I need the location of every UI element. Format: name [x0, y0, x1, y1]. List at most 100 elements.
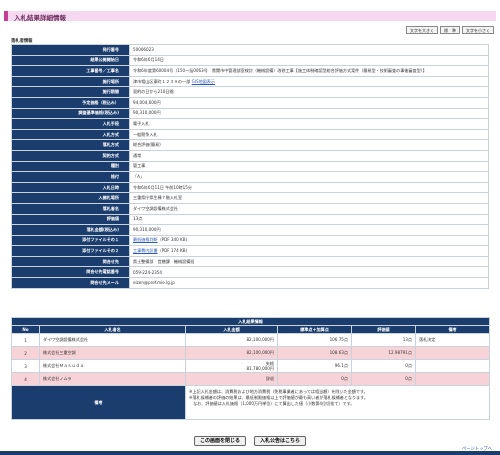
info-value: 一般競争入札 — [133, 131, 158, 137]
info-row: 添付ファイルその１ 最低価格判断（PDF 340 KB) — [11, 234, 489, 247]
info-value: 「A」 — [133, 173, 144, 179]
info-value-cell: 総合評価(簡易) — [129, 139, 489, 151]
result-points: 108.63点 — [277, 346, 352, 360]
results-column-header: 備考 — [414, 325, 491, 334]
results-column-header: 標準点＋加算点 — [277, 325, 352, 334]
remarks-row: 備考 ※上記入札金額は、消費税および地方消費税（免税事業者にあっては相当額）を除い… — [11, 385, 491, 420]
font-size-controls: 文字を大きく 標 準 文字を小さく — [406, 26, 494, 34]
info-label: 契約方式 — [11, 149, 130, 162]
info-value-cell: 管工事 — [129, 160, 489, 173]
result-amount: 82,100,000円 — [185, 333, 278, 347]
result-no: 1 — [11, 333, 40, 347]
results-column-header: 評価値 — [351, 325, 416, 334]
result-bidder-name: 株式会社ノムラ — [39, 372, 186, 386]
info-row: 落札者名 ダイワ空調設備株式会社 — [11, 202, 489, 215]
page-title: 入札結果詳細情報 — [14, 14, 66, 22]
info-value-cell: 一般競争入札 — [129, 128, 489, 141]
info-value: 50006023 — [133, 47, 154, 53]
info-row: 予定価格（税込み） 94,004,600円 — [11, 96, 489, 109]
info-value-cell: 059-224-2354 — [129, 266, 489, 279]
info-value: （PDF 340 KB) — [157, 237, 188, 243]
font-larger-button[interactable]: 文字を大きく — [406, 26, 438, 34]
info-label: 添付ファイルその２ — [11, 245, 130, 257]
info-row: 発行番号 50006023 — [11, 44, 489, 56]
info-row: 問合せ先メール eizen@pref.mie.lg.jp — [11, 277, 489, 289]
info-row: 工事番号／工事名 令和6年度第60004号（150一括0063号 貴関市中管理部室… — [11, 65, 489, 77]
info-row: 種別 管工事 — [11, 160, 489, 173]
info-label: 評価値 — [11, 213, 130, 226]
info-value: ダイワ空調設備株式会社 — [133, 205, 179, 211]
info-row: 評価値 13点 — [11, 213, 489, 226]
info-value: 90,310,000円 — [133, 226, 161, 232]
bid-notice-button[interactable]: 入札公告はこちら — [254, 436, 307, 446]
info-value-cell: 94,004,600円 — [129, 96, 489, 109]
result-no: 4 — [11, 372, 40, 386]
info-value-cell: 電子入札 — [129, 118, 489, 130]
info-value-cell: 工事費内訳書（PDF 174 KB) — [129, 245, 489, 257]
attachment-link[interactable]: 工事費内訳書 — [133, 248, 158, 253]
info-label: 施行場所 — [11, 75, 130, 88]
result-no: 3 — [11, 359, 40, 373]
info-value: 津市相山区東町１２３９の一部 — [133, 78, 191, 84]
info-row: 問合せ先電話番号 059-224-2354 — [11, 266, 489, 279]
result-row: 4 株式会社ノムラ 辞退 0点 0点 — [11, 372, 491, 386]
info-label: 問合せ先電話番号 — [11, 266, 130, 279]
info-value-cell: 90,310,000円 — [129, 107, 489, 120]
info-value-cell: 通常 — [129, 149, 489, 162]
info-label: 入札手段 — [11, 118, 130, 130]
result-eval: 0点 — [351, 359, 416, 373]
info-row: 入開札場所 三重県庁県生棟７階入札室 — [11, 192, 489, 204]
info-value: 94,004,600円 — [133, 99, 161, 105]
result-bidder-name: 株式会社三重空調 — [39, 346, 186, 360]
result-no: 2 — [11, 346, 40, 360]
info-value: 令和6年度第60004号（150一括0063号 貴関市中管理部室検討（機械設備）… — [133, 67, 427, 73]
close-window-button[interactable]: この画面を閉じる — [193, 436, 246, 446]
info-value-cell: 50006023 — [129, 44, 489, 56]
info-value: 県土整備部 営繕課 機械設備班 — [133, 258, 195, 264]
result-points: 0点 — [277, 372, 352, 386]
result-note — [414, 359, 491, 373]
info-row: 格付 「A」 — [11, 171, 489, 183]
font-standard-button[interactable]: 標 準 — [440, 26, 460, 34]
gis-map-link[interactable]: GIS地図表示 — [192, 79, 215, 84]
font-smaller-button[interactable]: 文字を小さく — [462, 26, 494, 34]
info-label: 問合せ先メール — [11, 277, 130, 289]
results-column-header: No — [11, 325, 40, 334]
action-buttons: この画面を閉じる 入札公告はこちら — [0, 436, 500, 446]
info-value: （PDF 174 KB) — [157, 248, 188, 254]
results-column-header: 入札者名 — [39, 325, 186, 334]
info-value-cell: 90,310,000円 — [129, 224, 489, 236]
info-value: 三重県庁県生棟７階入札室 — [133, 195, 183, 201]
info-row: 施行期間 契約の日から210日間 — [11, 86, 489, 98]
info-value: 059-224-2354 — [133, 269, 163, 275]
result-eval: 13点 — [351, 333, 416, 347]
info-value-cell: 令和6年6月11日 午前10時15分 — [129, 181, 489, 194]
info-value: eizen@pref.mie.lg.jp — [133, 280, 175, 286]
info-value-cell: 三重県庁県生棟７階入札室 — [129, 192, 489, 204]
info-row: 結果公開開始日 令和6年6月14日 — [11, 54, 489, 67]
info-label: 予定価格（税込み） — [11, 96, 130, 109]
info-value: 通常 — [133, 152, 142, 158]
result-bidder-name: 株式会社Ｍａｓｕｄａ — [39, 359, 186, 373]
info-value: 令和6年6月11日 午前10時15分 — [133, 184, 192, 190]
info-label: 落札方式 — [11, 139, 130, 151]
info-row: 落札金額(税込み) 90,310,000円 — [11, 224, 489, 236]
results-caption: 入札結果情報 — [10, 317, 491, 326]
attachment-link[interactable]: 最低価格判断 — [133, 237, 158, 242]
info-value: 総合評価(簡易) — [133, 142, 161, 148]
info-value-cell: eizen@pref.mie.lg.jp — [129, 277, 489, 289]
result-amount-value: 81,780,000円 — [246, 366, 274, 371]
result-row: 3 株式会社Ｍａｓｕｄａ 失格 81,780,000円 96.1点 0点 — [11, 359, 491, 373]
info-label: 落札者名 — [11, 202, 130, 215]
info-label: 結果公開開始日 — [11, 54, 130, 67]
info-value-cell: 「A」 — [129, 171, 489, 183]
info-row: 添付ファイルその２ 工事費内訳書（PDF 174 KB) — [11, 245, 489, 257]
info-row: 入札方式 一般競争入札 — [11, 128, 489, 141]
bid-results-table: 入札結果情報 No 入札者名 入札金額 標準点＋加算点 評価値 備考 1 ダイワ空調設備株式… — [10, 317, 491, 420]
info-label: 工事番号／工事名 — [11, 65, 130, 77]
info-value: 契約の日から210日間 — [133, 89, 174, 95]
info-value-cell: 津市相山区東町１２３９の一部 GIS地図表示 — [129, 75, 489, 88]
result-amount: 辞退 — [185, 372, 278, 386]
info-label: 発行番号 — [11, 44, 130, 56]
info-label: 入札日時 — [11, 181, 130, 194]
